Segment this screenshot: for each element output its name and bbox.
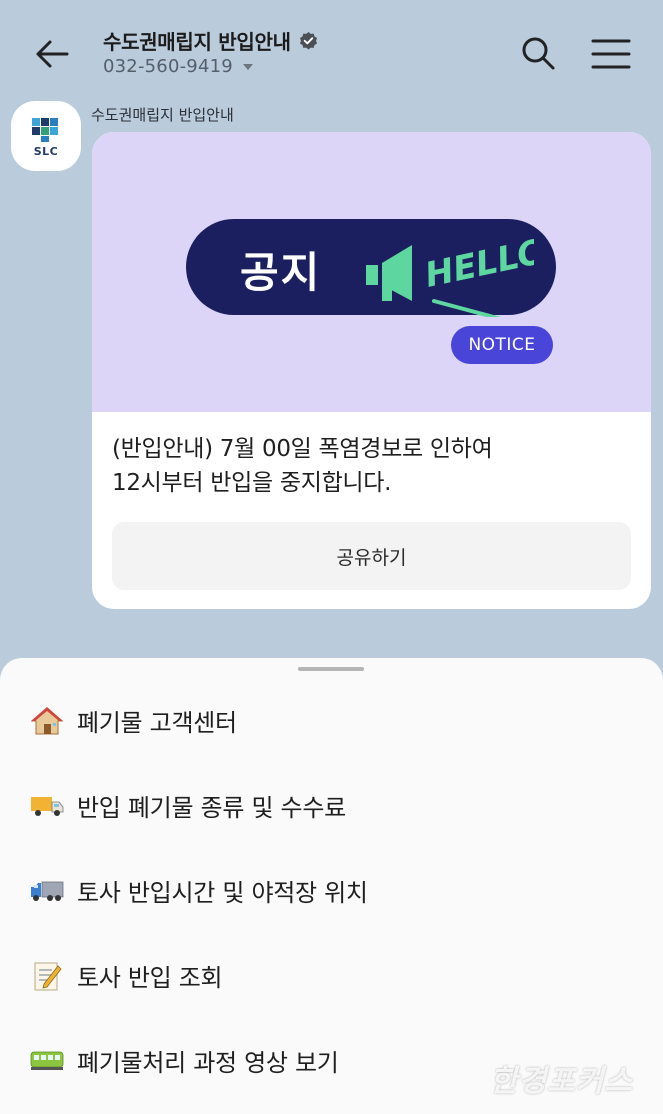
notice-pill: 공지 HELLO! <box>186 219 556 317</box>
notice-pill-text: 공지 <box>240 248 322 297</box>
hello-text: HELLO! <box>422 239 534 296</box>
delivery-truck-icon <box>30 789 64 823</box>
hamburger-icon <box>591 39 631 69</box>
search-icon <box>522 37 555 70</box>
message-card[interactable]: 공지 HELLO! NOTICE (반입안내) 7월 00일 폭염경보로 인하여… <box>92 132 651 609</box>
phone-row[interactable]: 032-560-9419 <box>103 56 253 77</box>
slc-logo-icon <box>32 117 58 142</box>
menu-label-waste-types-fees: 반입 폐기물 종류 및 수수료 <box>77 794 346 822</box>
menu-item-soil-time-location[interactable]: 토사 반입시간 및 야적장 위치 <box>0 848 663 933</box>
message-text: (반입안내) 7월 00일 폭염경보로 인하여 12시부터 반입을 중지합니다. <box>112 432 632 500</box>
menu-item-waste-types-fees[interactable]: 반입 폐기물 종류 및 수수료 <box>0 763 663 848</box>
verified-badge-icon <box>299 31 317 50</box>
channel-title: 수도권매립지 반입안내 <box>103 30 291 54</box>
menu-list: 폐기물 고객센터 반입 폐기물 종류 및 수수료 토사 반입시간 및 야적장 위… <box>0 678 663 1103</box>
watermark: 한경포커스 <box>490 1064 633 1099</box>
message-line-1: (반입안내) 7월 00일 폭염경보로 인하여 <box>112 436 493 462</box>
arrow-left-icon <box>36 40 69 68</box>
sheet-drag-handle[interactable] <box>298 667 364 671</box>
menu-label-customer-center: 폐기물 고객센터 <box>77 709 237 737</box>
sender-name: 수도권매립지 반입안내 <box>91 106 234 124</box>
back-button[interactable] <box>30 32 74 76</box>
share-button[interactable]: 공유하기 <box>112 522 631 590</box>
search-button[interactable] <box>518 33 558 73</box>
lorry-icon <box>30 874 64 908</box>
caret-down-icon <box>242 63 253 70</box>
menu-item-customer-center[interactable]: 폐기물 고객센터 <box>0 678 663 763</box>
title-row[interactable]: 수도권매립지 반입안내 <box>103 26 318 55</box>
channel-avatar[interactable]: SLC <box>11 101 81 171</box>
menu-label-process-video: 폐기물처리 과정 영상 보기 <box>77 1049 339 1077</box>
memo-icon <box>30 959 64 993</box>
phone-number: 032-560-9419 <box>103 56 233 77</box>
bottom-menu-sheet: 폐기물 고객센터 반입 폐기물 종류 및 수수료 토사 반입시간 및 야적장 위… <box>0 658 663 1114</box>
menu-item-soil-lookup[interactable]: 토사 반입 조회 <box>0 933 663 1018</box>
train-icon <box>30 1044 64 1078</box>
hamburger-menu-button[interactable] <box>588 34 634 74</box>
notice-badge: NOTICE <box>451 326 553 364</box>
menu-label-soil-lookup: 토사 반입 조회 <box>77 964 223 992</box>
menu-label-soil-time-location: 토사 반입시간 및 야적장 위치 <box>77 879 368 907</box>
avatar-label: SLC <box>33 144 59 158</box>
house-icon <box>30 704 64 738</box>
chat-screen: 수도권매립지 반입안내 032-560-9419 SLC 수도권매립지 반입안내… <box>0 0 663 1114</box>
notice-banner-image: 공지 HELLO! NOTICE <box>92 132 651 412</box>
header: 수도권매립지 반입안내 032-560-9419 <box>0 0 663 100</box>
message-line-2: 12시부터 반입을 중지합니다. <box>112 470 392 496</box>
megaphone-icon: HELLO! <box>366 239 534 317</box>
